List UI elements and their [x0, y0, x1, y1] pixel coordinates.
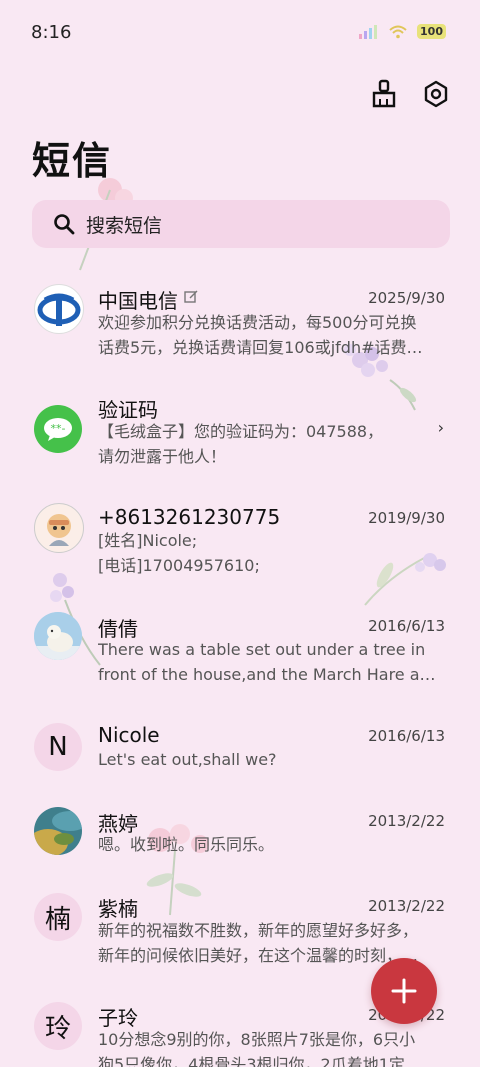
avatar	[34, 284, 84, 334]
preview-line: 新年的祝福数不胜数，新年的愿望好多好多，	[98, 921, 419, 940]
message-date: 2019/9/30	[368, 509, 445, 527]
preview-line: Let's eat out,shall we?	[98, 750, 277, 769]
message-preview: Let's eat out,shall we?	[98, 747, 444, 772]
preview-line: 欢迎参加积分兑换话费活动，每500分可兑换	[98, 313, 417, 332]
avatar: 玲	[34, 1002, 82, 1050]
avatar	[34, 807, 82, 855]
message-date: 2013/2/22	[368, 897, 445, 915]
message-date: 2025/9/30	[368, 289, 445, 307]
broom-icon	[372, 79, 396, 108]
avatar	[34, 503, 84, 553]
avatar: 楠	[34, 893, 82, 941]
status-time: 8:16	[31, 22, 72, 43]
svg-text:**-: **-	[51, 422, 66, 435]
search-icon	[54, 214, 75, 235]
conversation-item[interactable]: **- 验证码 › 【毛绒盒子】您的验证码为：047588， 请勿泄露于他人！	[0, 390, 480, 490]
polar-bear-photo-icon	[34, 612, 82, 660]
message-date: 2013/2/22	[368, 812, 445, 830]
avatar	[34, 612, 82, 660]
preview-line: 狗5只像你，4根骨头3根归你，2爪着地1定	[98, 1055, 405, 1067]
conversation-item[interactable]: 倩倩 2016/6/13 There was a table set out u…	[0, 610, 480, 710]
battery-icon: 100	[417, 24, 446, 39]
wifi-icon	[389, 25, 407, 38]
message-preview: 欢迎参加积分兑换话费活动，每500分可兑换 话费5元，兑换话费请回复106或jf…	[98, 310, 444, 360]
preview-line: [姓名]Nicole;	[98, 531, 198, 550]
status-icons: 100	[359, 24, 446, 39]
conversation-item[interactable]: +8613261230775 2019/9/30 [姓名]Nicole; [电话…	[0, 500, 480, 600]
preview-line: 【毛绒盒子】您的验证码为：047588，	[98, 422, 384, 441]
conversation-item[interactable]: 燕婷 2013/2/22 嗯。收到啦。同乐同乐。	[0, 805, 480, 885]
page-title: 短信	[32, 139, 113, 183]
conversation-item[interactable]: 中国电信 2025/9/30 欢迎参加积分兑换话费活动，每500分可兑换 话费5…	[0, 260, 480, 370]
settings-button[interactable]	[420, 78, 452, 110]
clean-button[interactable]	[368, 78, 400, 110]
status-bar: 8:16 100	[0, 0, 480, 68]
conversation-item[interactable]: N Nicole 2016/6/13 Let's eat out,shall w…	[0, 720, 480, 800]
message-preview: [姓名]Nicole; [电话]17004957610;	[98, 528, 444, 578]
message-date: 2016/6/13	[368, 617, 445, 635]
search-placeholder: 搜索短信	[86, 214, 163, 237]
search-bar[interactable]: 搜索短信	[32, 200, 450, 248]
message-preview: 10分想念9别的你，8张照片7张是你，6只小 狗5只像你，4根骨头3根归你，2爪…	[98, 1027, 444, 1067]
settings-icon	[424, 80, 448, 108]
new-message-button[interactable]	[371, 958, 437, 1024]
message-date: 2016/6/13	[368, 727, 445, 745]
message-preview: There was a table set out under a tree i…	[98, 637, 444, 687]
china-telecom-logo-icon	[37, 293, 81, 326]
preview-line: There was a table set out under a tree i…	[98, 640, 426, 659]
signal-icon	[359, 24, 378, 39]
edit-note-icon	[184, 290, 198, 303]
preview-line: front of the house,and the March Hare an…	[98, 665, 444, 684]
preview-line: 嗯。收到啦。同乐同乐。	[98, 835, 275, 854]
preview-line: 请勿泄露于他人！	[98, 447, 227, 466]
contact-name: Nicole	[98, 723, 160, 747]
top-actions	[368, 78, 452, 110]
landscape-photo-icon	[34, 807, 82, 855]
cartoon-cat-avatar-icon	[47, 514, 71, 546]
preview-line: [电话]17004957610;	[98, 556, 260, 575]
avatar: **-	[34, 405, 82, 453]
avatar: N	[34, 723, 82, 771]
contact-name: +8613261230775	[98, 505, 281, 529]
preview-line: 话费5元，兑换话费请回复106或jfdh#话费…	[98, 338, 423, 357]
preview-line: 10分想念9别的你，8张照片7张是你，6只小	[98, 1030, 416, 1049]
message-preview: 【毛绒盒子】您的验证码为：047588， 请勿泄露于他人！	[98, 419, 444, 469]
message-preview: 嗯。收到啦。同乐同乐。	[98, 832, 444, 857]
plus-icon	[391, 978, 417, 1004]
message-bubble-icon: **-	[44, 418, 72, 441]
